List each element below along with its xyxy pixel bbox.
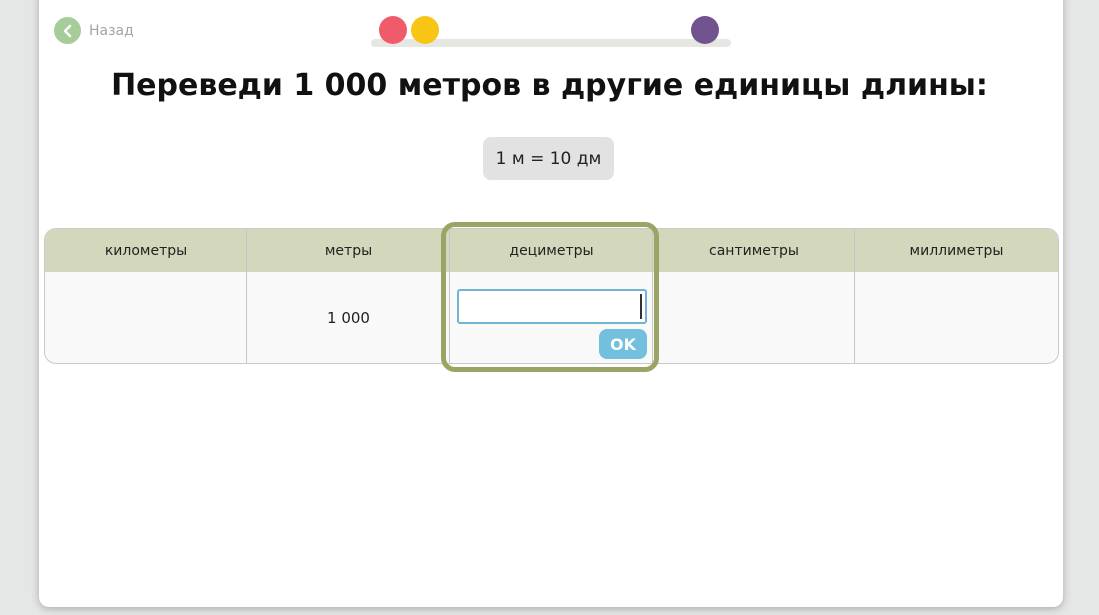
header-centimeters: сантиметры (709, 242, 799, 259)
progress-dot-red (379, 16, 407, 44)
progress-dot-yellow (411, 16, 439, 44)
header-millimeters: миллиметры (909, 242, 1004, 259)
back-button[interactable]: Назад (54, 17, 134, 44)
cell-meters: 1 000 (327, 308, 370, 327)
cell-millimeters (855, 272, 1058, 363)
progress-bar (371, 16, 731, 47)
progress-dot-purple (691, 16, 719, 44)
back-label: Назад (89, 22, 134, 39)
decimeters-answer-input[interactable] (457, 289, 647, 324)
header-meters: метры (324, 242, 373, 259)
ok-button[interactable]: OK (599, 329, 647, 359)
chevron-left-icon (54, 17, 81, 44)
task-title: Переведи 1 000 метров в другие единицы д… (111, 68, 988, 103)
cell-centimeters (653, 272, 855, 363)
conversion-hint: 1 м = 10 дм (483, 137, 614, 180)
cell-kilometers (45, 272, 247, 363)
text-caret (640, 294, 642, 319)
header-kilometers: километры (104, 242, 188, 259)
